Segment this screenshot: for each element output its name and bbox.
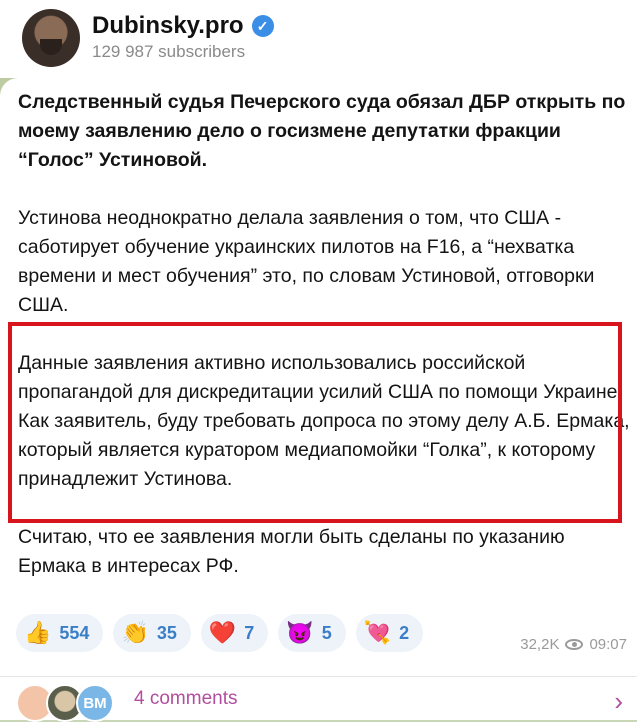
subscriber-count: 129 987 subscribers [92,42,246,61]
reaction-count: 7 [244,622,255,643]
channel-avatar[interactable] [22,9,80,67]
reaction-devil[interactable]: 😈 5 [278,614,346,652]
channel-name: Dubinsky.pro [92,12,244,39]
post-paragraph-3: Считаю, что ее заявления могли быть сдел… [18,526,565,577]
comments-label: 4 comments [134,688,238,709]
post-time: 09:07 [589,636,627,653]
post-headline: Следственный судья Печерского суда обяза… [18,91,626,171]
channel-title[interactable]: Dubinsky.pro ✓ [92,12,274,40]
verified-badge-icon: ✓ [251,15,274,37]
reaction-heart-arrow[interactable]: 💘 2 [355,614,424,652]
eye-icon [565,639,584,650]
reaction-count: 5 [321,622,332,643]
view-count: 32,2K [520,636,560,653]
post-paragraph-1: Устинова неоднократно делала заявления о… [18,207,595,316]
reaction-heart[interactable]: ❤️ 7 [200,614,269,652]
divider [0,676,637,677]
reaction-count: 35 [156,622,177,643]
channel-header: Dubinsky.pro ✓ 129 987 subscribers [0,0,637,78]
post-bubble: Следственный судья Печерского суда обяза… [0,78,637,722]
reaction-count: 554 [59,622,90,643]
highlight-box [8,322,622,523]
commenter-avatar: BM [76,684,114,722]
smiling-devil-icon: 😈 [286,620,314,645]
thumbs-up-icon: 👍 [24,620,52,645]
chevron-right-icon: › [614,686,623,716]
post-meta: 32,2K 09:07 [520,636,627,653]
reaction-thumbs-up[interactable]: 👍 554 [16,614,104,652]
comments-button[interactable]: BM 4 comments › [0,678,637,722]
reactions-bar: 👍 554 👏 35 ❤️ 7 😈 5 💘 2 [16,614,424,652]
clapping-hands-icon: 👏 [121,620,149,645]
reaction-clap[interactable]: 👏 35 [113,614,191,652]
heart-with-arrow-icon: 💘 [363,620,392,645]
red-heart-icon: ❤️ [208,620,237,645]
reaction-count: 2 [399,622,410,643]
